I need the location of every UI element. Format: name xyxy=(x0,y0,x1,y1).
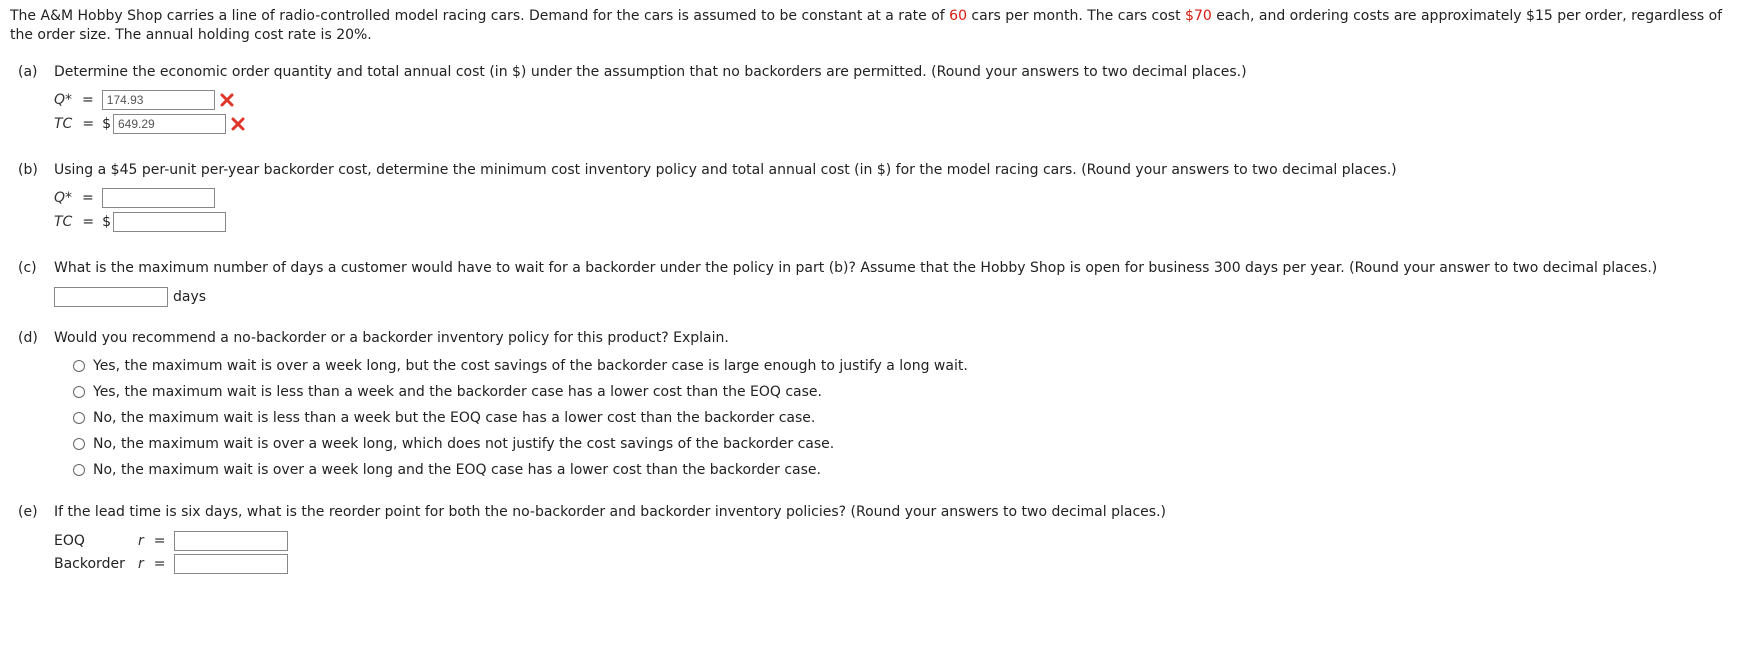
intro-cost-value: $70 xyxy=(1185,8,1212,24)
part-e-backorder-row: Backorder r = xyxy=(54,553,288,575)
part-e-eoq-row: EOQ r = xyxy=(54,530,288,552)
part-b-q-input[interactable] xyxy=(101,188,215,208)
radio-button[interactable] xyxy=(73,360,85,372)
part-b-tc-input[interactable] xyxy=(112,212,226,232)
part-a-q-input[interactable] xyxy=(101,90,215,110)
eoq-label: EOQ xyxy=(54,533,85,549)
part-a-tc-input[interactable] xyxy=(112,114,226,134)
part-e-label: (e) xyxy=(18,504,38,520)
intro-text-1: The A&M Hobby Shop carries a line of rad… xyxy=(10,8,950,24)
part-b-label: (b) xyxy=(18,162,38,178)
r-label: r xyxy=(138,533,144,549)
equals-sign: = xyxy=(153,533,166,549)
dollar-sign: $ xyxy=(102,116,111,132)
radio-button[interactable] xyxy=(73,438,85,450)
option-label: No, the maximum wait is over a week long… xyxy=(93,462,821,478)
option-label: No, the maximum wait is over a week long… xyxy=(93,436,835,452)
radio-button[interactable] xyxy=(73,386,85,398)
part-c-days-input[interactable] xyxy=(54,287,168,307)
part-c-label: (c) xyxy=(18,260,37,276)
part-e-question: If the lead time is six days, what is th… xyxy=(54,504,1166,520)
part-c-days-row: days xyxy=(54,286,206,308)
option-label: Yes, the maximum wait is over a week lon… xyxy=(93,358,968,374)
part-d-option-5[interactable]: No, the maximum wait is over a week long… xyxy=(73,460,821,480)
equals-sign: = xyxy=(153,556,166,572)
part-d-option-2[interactable]: Yes, the maximum wait is less than a wee… xyxy=(73,382,822,402)
q-star-label: Q* xyxy=(54,92,73,108)
backorder-reorder-point-input[interactable] xyxy=(173,554,288,574)
eoq-reorder-point-input[interactable] xyxy=(173,531,288,551)
option-label: Yes, the maximum wait is less than a wee… xyxy=(93,384,822,400)
part-d-question: Would you recommend a no-backorder or a … xyxy=(54,330,729,346)
equals-sign: = xyxy=(82,190,94,206)
radio-button[interactable] xyxy=(73,464,85,476)
equals-sign: = xyxy=(82,214,95,230)
days-unit-label: days xyxy=(173,289,207,305)
intro-demand-value: 60 xyxy=(949,8,967,24)
part-d-option-1[interactable]: Yes, the maximum wait is over a week lon… xyxy=(73,356,968,376)
problem-statement: The A&M Hobby Shop carries a line of rad… xyxy=(10,7,1745,45)
backorder-label: Backorder xyxy=(54,556,125,572)
tc-label: TC xyxy=(54,214,73,230)
q-star-label: Q* xyxy=(54,190,73,206)
radio-button[interactable] xyxy=(73,412,85,424)
part-b-question: Using a $45 per-unit per-year backorder … xyxy=(54,162,1397,178)
part-d-option-3[interactable]: No, the maximum wait is less than a week… xyxy=(73,408,815,428)
part-d-label: (d) xyxy=(18,330,38,346)
incorrect-x-icon xyxy=(220,93,234,107)
part-a-q-row: Q* = xyxy=(54,89,235,111)
intro-text-2: cars per month. The cars cost xyxy=(966,8,1186,24)
part-b-tc-row: TC = $ xyxy=(54,211,226,233)
part-b-q-row: Q* = xyxy=(54,187,215,209)
part-c-question: What is the maximum number of days a cus… xyxy=(54,260,1658,276)
part-d-option-4[interactable]: No, the maximum wait is over a week long… xyxy=(73,434,834,454)
incorrect-x-icon xyxy=(231,117,245,131)
equals-sign: = xyxy=(82,92,94,108)
part-a-label: (a) xyxy=(18,64,38,80)
r-label: r xyxy=(138,556,144,572)
dollar-sign: $ xyxy=(102,214,111,230)
part-a-tc-row: TC = $ xyxy=(54,113,246,135)
tc-label: TC xyxy=(54,116,73,132)
part-a-question: Determine the economic order quantity an… xyxy=(54,64,1247,80)
equals-sign: = xyxy=(82,116,95,132)
option-label: No, the maximum wait is less than a week… xyxy=(93,410,816,426)
